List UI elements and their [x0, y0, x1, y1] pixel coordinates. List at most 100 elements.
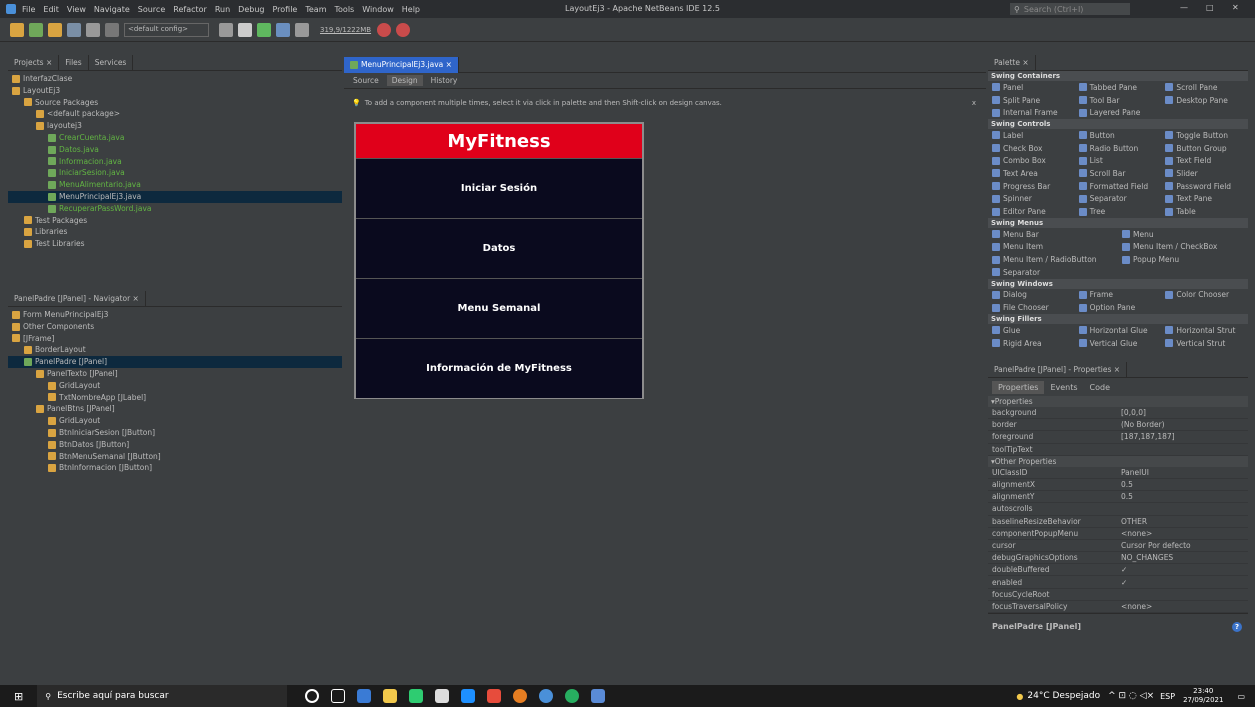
property-row[interactable]: toolTipText — [988, 444, 1248, 456]
palette-section[interactable]: Swing Containers — [988, 71, 1248, 81]
chrome-profile-icon[interactable] — [565, 689, 580, 703]
property-value[interactable]: 0.5 — [1118, 480, 1248, 489]
open-project-icon[interactable] — [48, 22, 62, 37]
tab-2[interactable]: Services — [89, 54, 134, 71]
palette-item[interactable]: Text Pane — [1161, 194, 1248, 203]
palette-item[interactable]: Tabbed Pane — [1075, 83, 1162, 92]
minimize-button[interactable]: — — [1180, 3, 1188, 12]
palette-item[interactable]: Button — [1075, 131, 1162, 140]
close-button[interactable]: ✕ — [1232, 3, 1239, 12]
palette-item[interactable]: Rigid Area — [988, 339, 1075, 348]
menu-refactor[interactable]: Refactor — [173, 5, 207, 14]
palette-item[interactable]: Vertical Strut — [1161, 339, 1248, 348]
tree-node[interactable]: Source Packages — [8, 97, 342, 109]
app-icon-1[interactable] — [357, 689, 372, 703]
palette-item[interactable]: List — [1075, 156, 1162, 165]
property-value[interactable]: OTHER — [1118, 517, 1248, 526]
property-row[interactable]: border (No Border) — [988, 419, 1248, 432]
navigator-title[interactable]: PanelPadre [JPanel] - Navigator × — [8, 290, 146, 307]
config-select[interactable]: <default config> — [124, 22, 209, 37]
property-value[interactable]: NO_CHANGES — [1118, 553, 1248, 562]
property-row[interactable]: alignmentY 0.5 — [988, 491, 1248, 504]
app-icon-3[interactable] — [409, 689, 424, 703]
tree-node[interactable]: Test Libraries — [8, 238, 342, 250]
palette-item[interactable]: Password Field — [1161, 182, 1248, 191]
palette-item[interactable]: Button Group — [1161, 144, 1248, 153]
palette-item[interactable]: Table — [1161, 207, 1248, 216]
tree-node[interactable]: GridLayout — [8, 380, 342, 392]
tree-node[interactable]: <default package> — [8, 108, 342, 120]
tree-node[interactable]: Other Components — [8, 321, 342, 333]
properties-section[interactable]: ▾ Properties — [988, 396, 1248, 407]
palette-item[interactable]: Dialog — [988, 290, 1075, 299]
new-project-icon[interactable] — [29, 22, 43, 37]
properties-title[interactable]: PanelPadre [JPanel] - Properties × — [988, 361, 1128, 378]
menu-view[interactable]: View — [67, 5, 86, 14]
clock[interactable]: 23:40 27/09/2021 — [1183, 687, 1223, 705]
quick-search[interactable]: ⚲ Search (Ctrl+I) — [1010, 3, 1130, 15]
help-icon[interactable]: ? — [1232, 621, 1242, 632]
run-icon[interactable] — [257, 22, 271, 37]
tree-node[interactable]: Informacion.java — [8, 156, 342, 168]
palette-item[interactable]: Menu — [1118, 230, 1248, 239]
property-value[interactable]: <none> — [1118, 602, 1248, 611]
palette-item[interactable]: Popup Menu — [1118, 255, 1248, 264]
property-row[interactable]: foreground [187,187,187] — [988, 431, 1248, 444]
palette-item[interactable]: Option Pane — [1075, 303, 1162, 312]
tree-node[interactable]: BtnIniciarSesion [JButton] — [8, 427, 342, 439]
app-icon-6[interactable] — [487, 689, 502, 703]
property-row[interactable]: alignmentX 0.5 — [988, 479, 1248, 492]
palette-item[interactable]: Horizontal Glue — [1075, 326, 1162, 335]
palette-item[interactable]: Tree — [1075, 207, 1162, 216]
palette-item[interactable]: Menu Item — [988, 242, 1118, 251]
cortana-icon[interactable] — [305, 689, 320, 703]
palette-item[interactable]: Internal Frame — [988, 108, 1075, 117]
palette-item[interactable]: Glue — [988, 326, 1075, 335]
property-value[interactable]: [187,187,187] — [1118, 432, 1248, 441]
palette-section[interactable]: Swing Controls — [988, 119, 1248, 130]
menu-help[interactable]: Help — [402, 5, 420, 14]
palette-item[interactable]: Check Box — [988, 144, 1075, 153]
palette-item[interactable]: File Chooser — [988, 303, 1075, 312]
redo-icon[interactable] — [105, 22, 119, 37]
palette-item[interactable]: Color Chooser — [1161, 290, 1248, 299]
menu-file[interactable]: File — [22, 5, 35, 14]
palette-item[interactable]: Formatted Field — [1075, 182, 1162, 191]
property-value[interactable]: PanelUI — [1118, 468, 1248, 477]
weather-text[interactable]: 24°C Despejado — [1027, 691, 1100, 701]
menu-source[interactable]: Source — [138, 5, 165, 14]
palette-item[interactable]: Menu Bar — [988, 230, 1118, 239]
tree-node[interactable]: Test Packages — [8, 215, 342, 227]
mode-source[interactable]: Source — [348, 75, 384, 86]
tree-node[interactable]: BtnInformacion [JButton] — [8, 462, 342, 474]
app-icon-8[interactable] — [539, 689, 554, 703]
palette-item[interactable]: Horizontal Strut — [1161, 326, 1248, 335]
chrome-icon[interactable] — [513, 689, 528, 703]
language-indicator[interactable]: ESP — [1160, 692, 1175, 701]
palette-item[interactable]: Scroll Pane — [1161, 83, 1248, 92]
property-value[interactable]: ✓ — [1118, 578, 1248, 587]
palette-item[interactable]: Scroll Bar — [1075, 169, 1162, 178]
tray-icons[interactable]: ^ ⊡ ◌ ◁× — [1108, 691, 1154, 701]
save-all-icon[interactable] — [67, 22, 81, 37]
form-button[interactable]: Iniciar Sesión — [356, 158, 642, 218]
tree-node[interactable]: [JFrame] — [8, 333, 342, 345]
tree-node[interactable]: InterfazClase — [8, 73, 342, 85]
tab-1[interactable]: Files — [59, 54, 89, 71]
design-form[interactable]: MyFitness Iniciar Sesión Datos Menu Semana… — [354, 122, 644, 399]
palette-item[interactable]: Split Pane — [988, 96, 1075, 105]
property-row[interactable]: enabled ✓ — [988, 576, 1248, 589]
taskbar-search[interactable]: ⚲ Escribe aquí para buscar — [37, 685, 288, 707]
palette-item[interactable]: Combo Box — [988, 156, 1075, 165]
tree-node[interactable]: Libraries — [8, 226, 342, 238]
prop-tab-code[interactable]: Code — [1084, 381, 1116, 394]
property-value[interactable]: 0.5 — [1118, 492, 1248, 501]
palette-section[interactable]: Swing Windows — [988, 278, 1248, 289]
hint-close-icon[interactable]: x — [972, 99, 976, 107]
tree-node[interactable]: Datos.java — [8, 144, 342, 156]
form-button[interactable]: Información de MyFitness — [356, 338, 642, 398]
palette-item[interactable]: Radio Button — [1075, 144, 1162, 153]
task-view-icon[interactable] — [331, 689, 346, 703]
debug-icon[interactable] — [276, 22, 290, 37]
property-value[interactable]: (No Border) — [1118, 420, 1248, 429]
